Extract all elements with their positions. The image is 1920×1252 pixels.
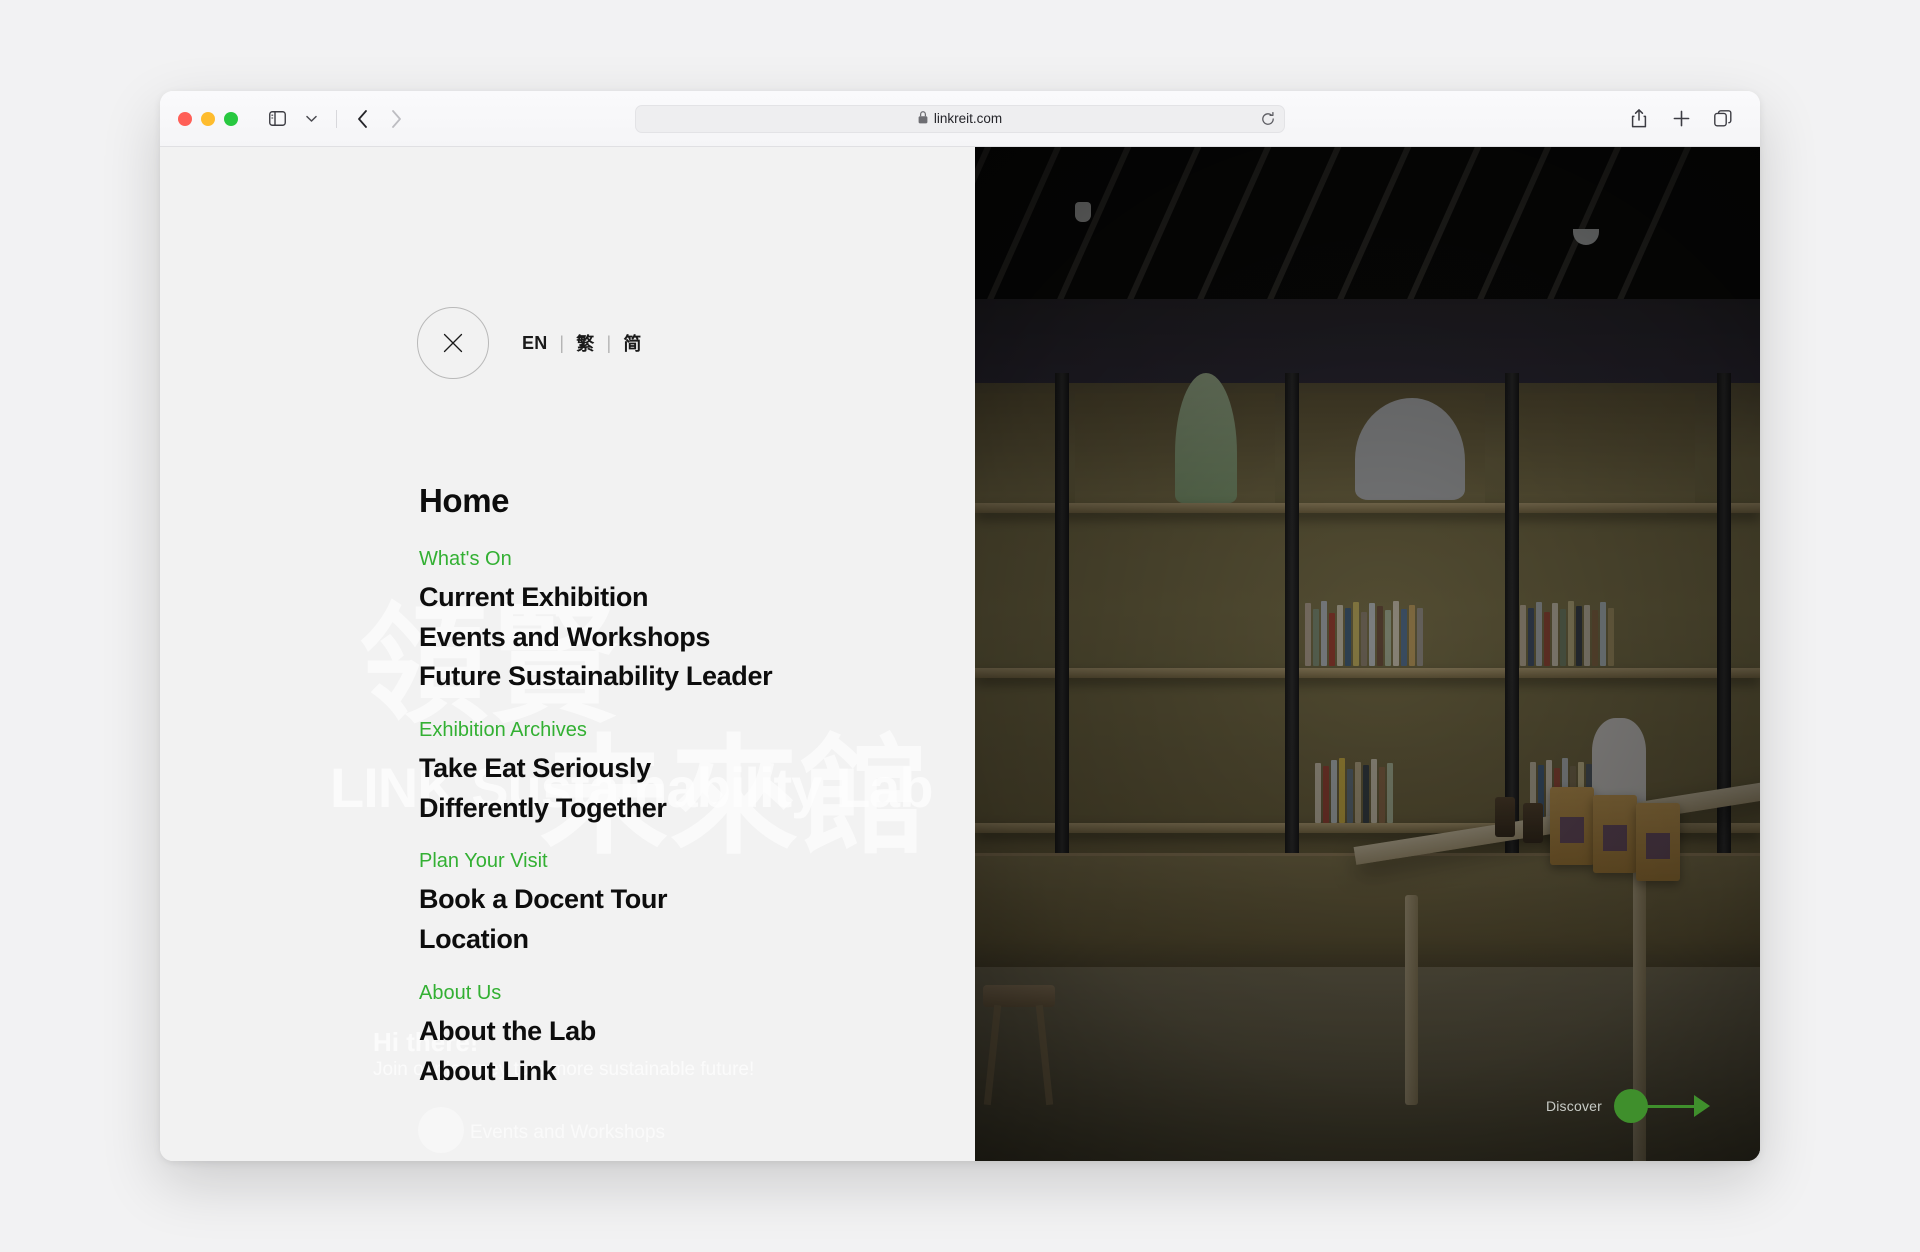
language-switcher: EN | 繁 | 简 [521, 330, 643, 356]
menu-header: EN | 繁 | 简 [417, 307, 643, 379]
menu-group-whats-on: What's On Current Exhibition Events and … [419, 544, 773, 697]
menu-group-plan-your-visit: Plan Your Visit Book a Docent Tour Locat… [419, 846, 772, 959]
toolbar-divider [336, 109, 337, 128]
close-icon [443, 333, 463, 353]
menu-item-about-the-lab[interactable]: About the Lab [419, 1012, 772, 1052]
toolbar-actions [1624, 105, 1742, 133]
menu-navigation: Home What's On Current Exhibition Events… [419, 484, 773, 1109]
language-option-simplified-chinese[interactable]: 简 [622, 330, 642, 356]
chevron-right-icon [381, 105, 411, 133]
menu-group-title-whats-on[interactable]: What's On [419, 544, 772, 575]
menu-group-title-plan-your-visit[interactable]: Plan Your Visit [419, 846, 772, 877]
url-display: linkreit.com [918, 110, 1003, 127]
menu-item-book-a-docent-tour[interactable]: Book a Docent Tour [419, 880, 772, 920]
ghost-link-bullet-events [418, 1107, 464, 1153]
menu-item-events-and-workshops[interactable]: Events and Workshops [419, 618, 772, 658]
menu-item-future-sustainability-leader[interactable]: Future Sustainability Leader [419, 657, 773, 697]
lock-icon [918, 110, 928, 127]
navigation-controls [262, 105, 411, 133]
menu-item-take-eat-seriously[interactable]: Take Eat Seriously [419, 749, 772, 789]
browser-toolbar: linkreit.com [160, 91, 1760, 147]
tab-overview-icon[interactable] [1708, 105, 1738, 133]
reload-icon[interactable] [1261, 111, 1275, 126]
share-icon[interactable] [1624, 105, 1654, 133]
language-option-traditional-chinese[interactable]: 繁 [575, 330, 595, 356]
chevron-left-icon[interactable] [347, 105, 377, 133]
window-controls [178, 111, 238, 126]
navigation-menu-overlay: 領賢 未來館 LINK Sustainability Lab Hi there!… [160, 147, 975, 1161]
language-divider-2: | [606, 332, 612, 353]
address-bar[interactable]: linkreit.com [635, 104, 1285, 133]
menu-item-home[interactable]: Home [419, 484, 772, 517]
menu-item-location[interactable]: Location [419, 920, 772, 960]
plus-icon[interactable] [1666, 105, 1696, 133]
language-option-en[interactable]: EN [521, 333, 548, 354]
hero-photo-scene [975, 147, 1760, 1161]
close-window-button[interactable] [178, 111, 192, 126]
page-viewport: 領賢 未來館 LINK Sustainability Lab Hi there!… [160, 147, 1760, 1161]
minimize-window-button[interactable] [201, 111, 215, 126]
menu-group-exhibition-archives: Exhibition Archives Take Eat Seriously D… [419, 715, 772, 828]
hero-image: Discover [975, 147, 1760, 1161]
ghost-link-events: Events and Workshops [470, 1122, 666, 1143]
menu-item-current-exhibition[interactable]: Current Exhibition [419, 578, 772, 618]
url-text: linkreit.com [933, 111, 1003, 126]
discover-cta[interactable]: Discover [1546, 1089, 1710, 1123]
sidebar-toggle-icon[interactable] [262, 105, 292, 133]
chevron-down-icon[interactable] [296, 105, 326, 133]
menu-group-about-us: About Us About the Lab About Link [419, 978, 772, 1091]
browser-window: linkreit.com 領賢 未來館 LINK Sustainability … [160, 91, 1760, 1161]
menu-group-title-about-us[interactable]: About Us [419, 978, 772, 1009]
menu-item-differently-together[interactable]: Differently Together [419, 789, 772, 829]
photo-vignette [975, 147, 1760, 1161]
menu-item-about-link[interactable]: About Link [419, 1052, 772, 1092]
arrow-right-icon [1614, 1089, 1710, 1123]
close-menu-button[interactable] [417, 307, 489, 379]
discover-label: Discover [1545, 1098, 1602, 1114]
zoom-window-button[interactable] [224, 111, 238, 126]
menu-group-title-exhibition-archives[interactable]: Exhibition Archives [419, 715, 772, 746]
language-divider-1: | [559, 332, 565, 353]
